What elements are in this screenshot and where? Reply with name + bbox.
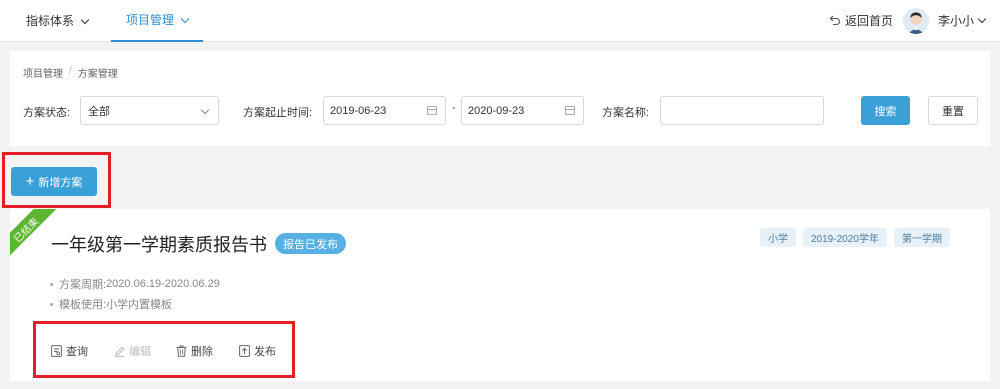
add-plan-label: 新增方案 xyxy=(38,176,83,189)
delete-label: 删除 xyxy=(191,346,213,358)
plan-template: 模板使用: 小学内置模板 xyxy=(50,296,172,312)
chevron-down-icon xyxy=(200,105,210,115)
calendar-icon xyxy=(565,106,575,115)
add-plan-button[interactable]: + 新增方案 xyxy=(11,167,97,196)
bullet-dot xyxy=(50,282,53,286)
search-button[interactable]: 搜索 xyxy=(861,96,910,125)
calendar-icon xyxy=(427,106,437,115)
user-menu[interactable]: 李小小 xyxy=(938,0,987,40)
template-label: 模板使用: xyxy=(59,299,107,311)
return-icon xyxy=(829,15,840,26)
plus-icon: + xyxy=(25,172,35,190)
filter-panel: 项目管理 / 方案管理 方案状态: 全部 方案起止时间: 2019-06-23 … xyxy=(10,51,990,146)
avatar[interactable] xyxy=(903,8,929,34)
date-range-separator: - xyxy=(452,102,456,114)
end-date-value: 2020-09-23 xyxy=(468,104,525,117)
bullet-dot xyxy=(50,302,53,306)
template-value: 小学内置模板 xyxy=(106,299,173,311)
top-nav: 指标体系 项目管理 返回首页 李小小 xyxy=(0,0,1000,42)
breadcrumb-item-plan: 方案管理 xyxy=(77,69,118,80)
date-range-label: 方案起止时间: xyxy=(243,107,313,119)
edit-icon xyxy=(115,346,125,357)
plan-name-input[interactable] xyxy=(660,96,824,125)
start-date-value: 2019-06-23 xyxy=(330,104,387,117)
user-name: 李小小 xyxy=(938,13,975,28)
view-label: 查询 xyxy=(66,346,88,358)
breadcrumb: 项目管理 / 方案管理 xyxy=(23,65,118,80)
chevron-down-icon xyxy=(977,14,987,23)
nav-item-label: 项目管理 xyxy=(126,13,175,27)
nav-item-indicator-system[interactable]: 指标体系 xyxy=(26,0,90,42)
period-label: 方案周期: xyxy=(59,279,107,291)
plan-card: 已结束 一年级第一学期素质报告书 报告已发布 小学 2019-2020学年 第一… xyxy=(10,209,990,381)
delete-button[interactable]: 删除 xyxy=(176,343,213,359)
back-home-label: 返回首页 xyxy=(844,13,893,28)
publish-label: 发布 xyxy=(254,346,276,358)
publish-icon xyxy=(239,345,250,357)
trash-icon xyxy=(176,345,187,357)
back-home-link[interactable]: 返回首页 xyxy=(829,0,893,40)
breadcrumb-separator: / xyxy=(69,65,72,76)
status-filter-label: 方案状态: xyxy=(23,107,71,119)
user-avatar-icon xyxy=(903,8,929,34)
nav-item-project-management[interactable]: 项目管理 xyxy=(111,0,204,42)
chevron-down-icon xyxy=(80,15,90,24)
edit-button[interactable]: 编辑 xyxy=(114,343,151,359)
view-icon xyxy=(51,345,62,357)
status-select[interactable]: 全部 xyxy=(80,96,219,125)
nav-item-label: 指标体系 xyxy=(26,14,75,28)
start-date-input[interactable]: 2019-06-23 xyxy=(323,96,446,125)
plan-name-label: 方案名称: xyxy=(602,107,650,119)
status-badge: 报告已发布 xyxy=(275,233,346,254)
plan-period: 方案周期: 2020.06.19-2020.06.29 xyxy=(50,276,220,292)
publish-button[interactable]: 发布 xyxy=(239,343,276,359)
edit-label: 编辑 xyxy=(129,346,151,358)
tag-school-year: 2019-2020学年 xyxy=(803,228,887,247)
tag-semester: 第一学期 xyxy=(894,228,950,247)
period-value: 2020.06.19-2020.06.29 xyxy=(106,278,220,290)
chevron-down-icon xyxy=(180,14,190,23)
view-button[interactable]: 查询 xyxy=(51,343,88,359)
end-date-input[interactable]: 2020-09-23 xyxy=(461,96,584,125)
status-select-value: 全部 xyxy=(88,105,110,118)
plan-title: 一年级第一学期素质报告书 xyxy=(51,235,267,255)
reset-button[interactable]: 重置 xyxy=(928,96,978,125)
tag-grade: 小学 xyxy=(760,228,796,247)
breadcrumb-item-project[interactable]: 项目管理 xyxy=(23,65,63,80)
